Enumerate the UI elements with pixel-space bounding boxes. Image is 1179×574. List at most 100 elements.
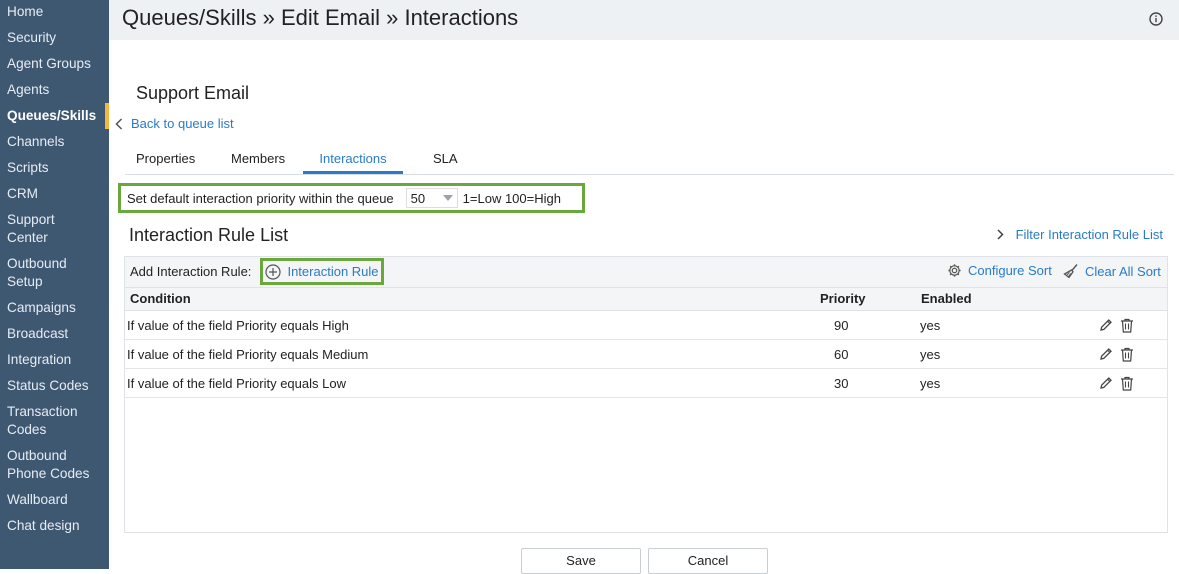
interaction-rules-table: Condition Priority Enabled If value of t… <box>124 287 1168 533</box>
condition-value: Medium <box>322 347 369 362</box>
chevron-right-icon <box>997 229 1004 240</box>
pencil-icon[interactable] <box>1099 376 1113 390</box>
add-interaction-rule-button[interactable]: Interaction Rule <box>260 258 384 285</box>
column-header-condition[interactable]: Condition <box>130 291 191 306</box>
add-rule-button-label: Interaction Rule <box>287 264 379 279</box>
tab-sla[interactable]: SLA <box>433 151 458 174</box>
sidebar-item-agents[interactable]: Agents <box>0 81 109 99</box>
filter-rule-list-link[interactable]: Filter Interaction Rule List <box>997 227 1163 242</box>
row-actions <box>1099 318 1134 333</box>
plus-circle-icon <box>265 263 282 280</box>
sidebar-item-label: Campaigns <box>7 300 76 315</box>
sidebar-item-label: CRM <box>7 186 38 201</box>
row-actions <box>1099 347 1134 362</box>
sidebar-item-label: Wallboard <box>7 492 68 507</box>
sidebar-item-label: Status Codes <box>7 378 89 393</box>
caret-down-icon <box>442 195 453 201</box>
save-button[interactable]: Save <box>521 548 641 574</box>
sidebar-item-queues-skills[interactable]: Queues/Skills <box>0 103 109 129</box>
back-to-queue-list-link[interactable]: Back to queue list <box>115 116 234 131</box>
condition-prefix: If value of the field <box>127 347 237 362</box>
sidebar-item-transaction-codes[interactable]: Transaction Codes <box>0 403 90 439</box>
tab-label: SLA <box>433 151 458 166</box>
page-header: Queues/Skills » Edit Email » Interaction… <box>109 0 1179 40</box>
condition-value: High <box>322 318 349 333</box>
chevron-left-icon <box>115 117 123 130</box>
trash-icon[interactable] <box>1120 347 1134 362</box>
sidebar-item-crm[interactable]: CRM <box>0 185 109 203</box>
condition-operator: equals <box>276 347 323 362</box>
sidebar-item-label: Channels <box>7 134 65 149</box>
trash-icon[interactable] <box>1120 376 1134 391</box>
add-rule-label: Add Interaction Rule: <box>130 264 252 279</box>
condition-field: Priority <box>236 347 277 362</box>
queue-name: Support Email <box>136 83 250 103</box>
tab-label: Properties <box>136 151 196 166</box>
interaction-rule-list-title: Interaction Rule List <box>129 225 289 245</box>
priority-select[interactable]: 50 <box>405 188 458 208</box>
condition-field: Priority <box>236 376 277 391</box>
enabled-cell: yes <box>920 318 941 333</box>
sidebar-item-label: Integration <box>7 352 72 367</box>
sidebar-item-scripts[interactable]: Scripts <box>0 159 109 177</box>
clear-all-sort-button[interactable]: Clear All Sort <box>1063 263 1161 279</box>
page-title: Queues/Skills » Edit Email » Interaction… <box>122 5 519 30</box>
sidebar-item-outbound-setup[interactable]: Outbound Setup <box>0 255 80 291</box>
sidebar-item-security[interactable]: Security <box>0 29 109 47</box>
configure-sort-button[interactable]: Configure Sort <box>947 263 1052 278</box>
condition-operator: equals <box>276 376 323 391</box>
sidebar-item-label: Chat design <box>7 518 80 533</box>
sidebar-item-label: Scripts <box>7 160 49 175</box>
sidebar-item-label: Agents <box>7 82 50 97</box>
sidebar-item-broadcast[interactable]: Broadcast <box>0 325 109 343</box>
sidebar-item-status-codes[interactable]: Status Codes <box>0 377 109 395</box>
sidebar-item-label: Support Center <box>7 212 55 245</box>
enabled-cell: yes <box>920 347 941 362</box>
trash-icon[interactable] <box>1120 318 1134 333</box>
tab-interactions[interactable]: Interactions <box>303 151 403 174</box>
sidebar-item-home[interactable]: Home <box>0 3 109 21</box>
tab-label: Members <box>231 151 286 166</box>
tabs-divider <box>125 174 1174 175</box>
sidebar-item-agent-groups[interactable]: Agent Groups <box>0 55 109 73</box>
info-icon[interactable] <box>1149 12 1163 26</box>
tab-properties[interactable]: Properties <box>136 151 195 174</box>
sidebar-item-campaigns[interactable]: Campaigns <box>0 299 109 317</box>
table-row[interactable]: If value of the field Priority equals Me… <box>125 340 1167 369</box>
configure-sort-label: Configure Sort <box>968 263 1052 278</box>
sidebar-item-chat-design[interactable]: Chat design <box>0 517 109 535</box>
condition-prefix: If value of the field <box>127 376 237 391</box>
enabled-cell: yes <box>920 376 941 391</box>
table-row[interactable]: If value of the field Priority equals Hi… <box>125 311 1167 340</box>
sidebar-item-label: Outbound Setup <box>7 256 67 289</box>
priority-cell: 60 <box>834 347 849 362</box>
priority-cell: 90 <box>834 318 849 333</box>
cancel-button[interactable]: Cancel <box>648 548 768 574</box>
sidebar-item-support-center[interactable]: Support Center <box>0 211 80 247</box>
sidebar-item-outbound-phone-codes[interactable]: Outbound Phone Codes <box>0 447 100 483</box>
condition-cell: If value of the field Priority equals Me… <box>127 347 368 362</box>
rule-list-toolbar: Add Interaction Rule: Interaction Rule C… <box>124 256 1168 287</box>
pencil-icon[interactable] <box>1099 347 1113 361</box>
condition-cell: If value of the field Priority equals Hi… <box>127 318 349 333</box>
priority-cell: 30 <box>834 376 849 391</box>
table-row[interactable]: If value of the field Priority equals Lo… <box>125 369 1167 398</box>
column-header-priority[interactable]: Priority <box>820 291 866 306</box>
tab-label: Interactions <box>319 151 387 166</box>
column-header-enabled[interactable]: Enabled <box>921 291 972 306</box>
pencil-icon[interactable] <box>1099 318 1113 332</box>
broom-icon <box>1063 264 1078 279</box>
sidebar-item-wallboard[interactable]: Wallboard <box>0 491 109 509</box>
tab-members[interactable]: Members <box>231 151 285 174</box>
condition-field: Priority <box>236 318 277 333</box>
condition-operator: equals <box>276 318 323 333</box>
sidebar-item-label: Outbound Phone Codes <box>7 448 90 481</box>
condition-cell: If value of the field Priority equals Lo… <box>127 376 346 391</box>
sidebar-item-label: Queues/Skills <box>7 108 97 123</box>
sidebar-item-label: Home <box>7 4 44 19</box>
sidebar-item-label: Agent Groups <box>7 56 91 71</box>
sidebar-item-label: Transaction Codes <box>7 404 78 437</box>
priority-select-value: 50 <box>410 190 426 206</box>
sidebar-item-integration[interactable]: Integration <box>0 351 109 369</box>
sidebar-item-channels[interactable]: Channels <box>0 133 109 151</box>
